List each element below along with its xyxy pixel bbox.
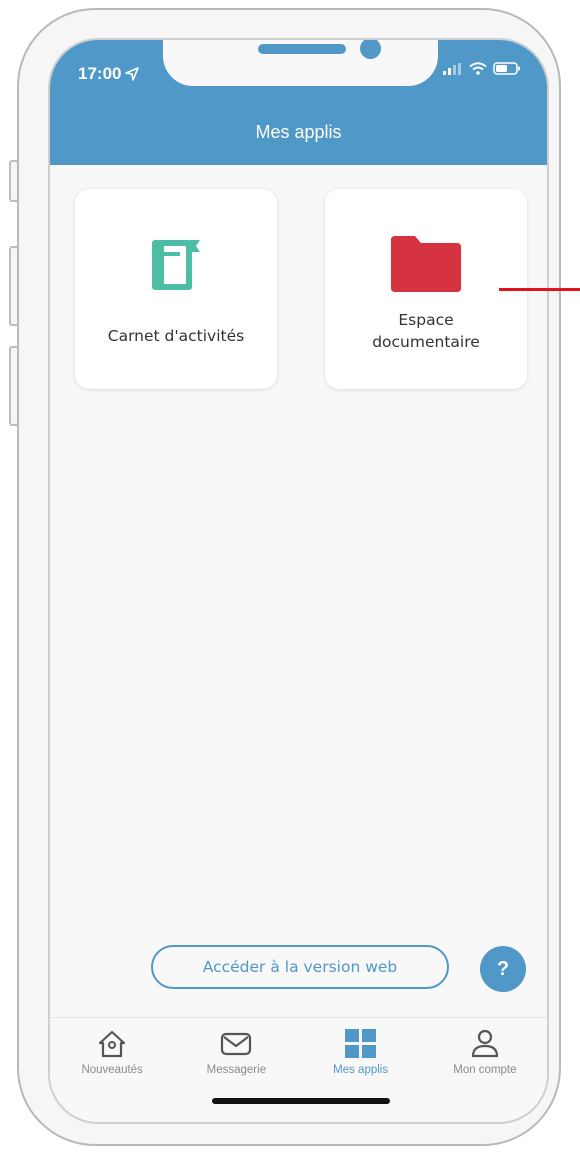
phone-notch bbox=[163, 40, 438, 86]
app-card-carnet-activites[interactable]: Carnet d'activités bbox=[75, 189, 277, 389]
wifi-icon bbox=[469, 62, 487, 75]
signal-icon bbox=[443, 62, 461, 75]
help-button[interactable]: ? bbox=[480, 946, 526, 992]
tab-label: Nouveautés bbox=[81, 1064, 143, 1076]
status-time-text: 17:00 bbox=[78, 64, 122, 83]
status-time: 17:00 bbox=[78, 64, 140, 84]
tab-label: Mon compte bbox=[453, 1064, 517, 1076]
phone-speaker bbox=[258, 44, 346, 54]
home-icon bbox=[97, 1028, 127, 1060]
page: 17:00 Mes applis Carnet d'activités Espa… bbox=[0, 0, 580, 1153]
tab-bar: Nouveautés Messagerie Mes applis Mon com… bbox=[50, 1017, 547, 1090]
folder-icon bbox=[389, 233, 463, 295]
tab-nouveautes[interactable]: Nouveautés bbox=[50, 1018, 174, 1090]
phone-screen: 17:00 Mes applis Carnet d'activités Espa… bbox=[48, 38, 549, 1124]
home-indicator[interactable] bbox=[212, 1098, 390, 1104]
user-icon bbox=[470, 1028, 500, 1060]
app-card-label: Carnet d'activités bbox=[107, 327, 245, 345]
phone-camera bbox=[360, 40, 381, 59]
tab-messagerie[interactable]: Messagerie bbox=[174, 1018, 298, 1090]
page-title: Mes applis bbox=[255, 122, 342, 142]
app-header: 17:00 Mes applis bbox=[50, 40, 547, 165]
web-version-button[interactable]: Accéder à la version web bbox=[151, 945, 449, 989]
app-card-label: Espace documentaire bbox=[372, 311, 480, 351]
location-arrow-icon bbox=[125, 67, 140, 81]
status-icons bbox=[443, 62, 521, 75]
tab-mes-applis[interactable]: Mes applis bbox=[299, 1018, 423, 1090]
tab-label: Messagerie bbox=[206, 1064, 267, 1076]
mail-icon bbox=[220, 1028, 252, 1060]
notebook-icon bbox=[150, 233, 202, 295]
annotation-line bbox=[499, 288, 580, 291]
app-card-espace-documentaire[interactable]: Espace documentaire bbox=[325, 189, 527, 389]
apps-grid-icon bbox=[344, 1028, 377, 1060]
tab-mon-compte[interactable]: Mon compte bbox=[423, 1018, 547, 1090]
tab-label: Mes applis bbox=[333, 1064, 389, 1076]
battery-icon bbox=[493, 62, 520, 75]
